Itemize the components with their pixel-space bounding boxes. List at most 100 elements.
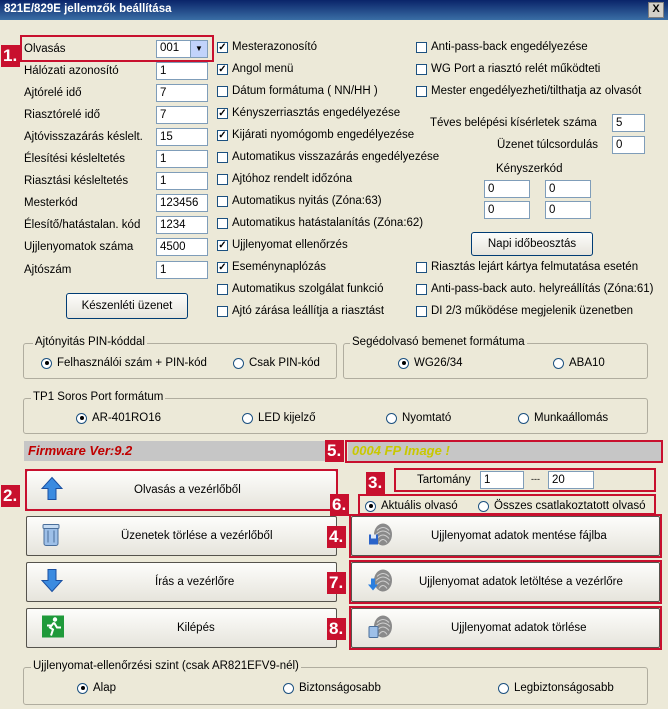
tp1-option-led[interactable]: LED kijelző <box>242 412 316 424</box>
field-input[interactable]: 4500 <box>156 238 208 256</box>
close-button[interactable]: X <box>648 2 664 18</box>
standby-message-button[interactable]: Készenléti üzenet <box>66 293 188 319</box>
feature-checkbox[interactable]: Automatikus szolgálat funkció <box>217 283 384 295</box>
duress-input-2[interactable]: 0 <box>545 180 591 198</box>
field-input[interactable]: 7 <box>156 106 208 124</box>
duress-label: Kényszerkód <box>496 163 563 175</box>
checkbox-label: Eseménynaplózás <box>232 261 326 273</box>
pin-option-pin-only-label: Csak PIN-kód <box>249 357 320 369</box>
checkbox-box <box>416 261 427 273</box>
field-input[interactable]: 1 <box>156 261 208 279</box>
right-checkbox[interactable]: Anti-pass-back engedélyezése <box>416 41 588 53</box>
feature-checkbox[interactable]: ✓ Kényszerriasztás engedélyezése <box>217 107 400 119</box>
fp-level-safer-label: Biztonságosabb <box>299 682 381 694</box>
retry-input[interactable]: 5 <box>612 114 645 132</box>
right-checkbox[interactable]: Riasztás lejárt kártya felmutatása eseté… <box>416 261 638 273</box>
callout-box-5 <box>345 440 663 463</box>
field-input[interactable]: 1 <box>156 62 208 80</box>
feature-checkbox[interactable]: ✓ Angol menü <box>217 63 293 75</box>
feature-checkbox[interactable]: ✓ Mesterazonosító <box>217 41 317 53</box>
checkbox-box <box>217 283 228 295</box>
checkbox-label: Kényszerriasztás engedélyezése <box>232 107 401 119</box>
duress-input-3[interactable]: 0 <box>484 201 530 219</box>
right-checkbox[interactable]: Anti-pass-back auto. helyreállítás (Zóna… <box>416 283 653 295</box>
right-checkbox[interactable]: DI 2/3 működése megjelenik üzenetben <box>416 305 633 317</box>
radio-dot <box>41 357 52 369</box>
fp-level-basic[interactable]: Alap <box>77 682 116 694</box>
exit-label: Kilépés <box>177 622 215 634</box>
checkbox-label: Automatikus nyitás (Zóna:63) <box>232 195 382 207</box>
pin-option-user-pin[interactable]: Felhasználói szám + PIN-kód <box>41 357 207 369</box>
field-input[interactable]: 1 <box>156 150 208 168</box>
feature-checkbox[interactable]: ✓ Kijárati nyomógomb engedélyezése <box>217 129 414 141</box>
tp1-option-workstation[interactable]: Munkaállomás <box>518 412 608 424</box>
field-input[interactable]: 1234 <box>156 216 208 234</box>
pin-option-user-pin-label: Felhasználói szám + PIN-kód <box>57 357 207 369</box>
callout-7: 7. <box>327 572 347 594</box>
checkbox-label: DI 2/3 működése megjelenik üzenetben <box>431 305 634 317</box>
checkbox-label: WG Port a riasztó relét működteti <box>431 63 601 75</box>
feature-checkbox[interactable]: ✓ Ujjlenyomat ellenőrzés <box>217 239 348 251</box>
feature-checkbox[interactable]: ✓ Eseménynaplózás <box>217 261 326 273</box>
feature-checkbox[interactable]: Automatikus visszazárás engedélyezése <box>217 151 439 163</box>
aux-option-wg[interactable]: WG26/34 <box>398 357 463 369</box>
feature-checkbox[interactable]: Ajtóhoz rendelt időzóna <box>217 173 352 185</box>
radio-dot <box>386 412 397 424</box>
checkbox-box: ✓ <box>217 107 228 119</box>
exit-icon <box>41 615 65 642</box>
tp1-option-printer[interactable]: Nyomtató <box>386 412 451 424</box>
field-input[interactable]: 7 <box>156 84 208 102</box>
pin-group-title: Ajtónyitás PIN-kóddal <box>33 336 147 348</box>
write-to-controller-label: Írás a vezérlőre <box>155 576 235 588</box>
duress-input-4[interactable]: 0 <box>545 201 591 219</box>
checkbox-label: Riasztás lejárt kártya felmutatása eseté… <box>431 261 639 273</box>
daily-schedule-button[interactable]: Napi időbeosztás <box>471 232 593 256</box>
title-bar: 821E/829E jellemzők beállítása X <box>0 0 668 20</box>
aux-reader-group-title: Segédolvasó bemenet formátuma <box>350 336 527 348</box>
field-label: Ujjlenyomatok száma <box>24 241 134 253</box>
field-input[interactable]: 15 <box>156 128 208 146</box>
fp-level-safest-label: Legbiztonságosabb <box>514 682 614 694</box>
radio-dot <box>283 682 294 694</box>
tp1-option-printer-label: Nyomtató <box>402 412 452 424</box>
callout-5: 5. <box>325 440 345 462</box>
write-to-controller-button[interactable]: Írás a vezérlőre <box>26 562 337 602</box>
checkbox-label: Ujjlenyomat ellenőrzés <box>232 239 348 251</box>
overflow-input[interactable]: 0 <box>612 136 645 154</box>
field-label: Ajtószám <box>24 264 72 276</box>
duress-input-1[interactable]: 0 <box>484 180 530 198</box>
checkbox-box <box>416 283 427 295</box>
callout-2: 2. <box>1 485 21 507</box>
feature-checkbox[interactable]: Automatikus hatástalanítás (Zóna:62) <box>217 217 423 229</box>
feature-checkbox[interactable]: Automatikus nyitás (Zóna:63) <box>217 195 382 207</box>
callout-box-7 <box>349 560 662 604</box>
checkbox-label: Anti-pass-back auto. helyreállítás (Zóna… <box>431 283 654 295</box>
field-label: Hálózati azonosító <box>24 65 119 77</box>
delete-messages-button[interactable]: Üzenetek törlése a vezérlőből <box>26 516 337 556</box>
checkbox-label: Automatikus visszazárás engedélyezése <box>232 151 440 163</box>
checkbox-box <box>416 305 427 317</box>
aux-option-aba-label: ABA10 <box>569 357 605 369</box>
checkbox-box <box>217 151 228 163</box>
tp1-group-title: TP1 Soros Port formátum <box>31 391 166 403</box>
fp-level-safer[interactable]: Biztonságosabb <box>283 682 381 694</box>
tp1-option-ar401[interactable]: AR-401RO16 <box>76 412 161 424</box>
fp-level-safest[interactable]: Legbiztonságosabb <box>498 682 614 694</box>
field-label: Mesterkód <box>24 197 78 209</box>
aux-option-aba[interactable]: ABA10 <box>553 357 605 369</box>
callout-6: 6. <box>330 494 350 516</box>
exit-button[interactable]: Kilépés <box>26 608 337 648</box>
feature-checkbox[interactable]: Dátum formátuma ( NN/HH ) <box>217 85 378 97</box>
checkbox-label: Automatikus szolgálat funkció <box>232 283 384 295</box>
checkbox-label: Automatikus hatástalanítás (Zóna:62) <box>232 217 424 229</box>
checkbox-box <box>416 41 427 53</box>
pin-option-pin-only[interactable]: Csak PIN-kód <box>233 357 320 369</box>
right-checkbox[interactable]: Mester engedélyezheti/tilthatja az olvas… <box>416 85 641 97</box>
field-input[interactable]: 123456 <box>156 194 208 212</box>
callout-box-8 <box>349 606 662 650</box>
feature-checkbox[interactable]: Ajtó zárása leállítja a riasztást <box>217 305 384 317</box>
checkbox-box <box>217 305 228 317</box>
field-input[interactable]: 1 <box>156 172 208 190</box>
right-checkbox[interactable]: WG Port a riasztó relét működteti <box>416 63 600 75</box>
arrow-down-icon <box>40 569 64 596</box>
